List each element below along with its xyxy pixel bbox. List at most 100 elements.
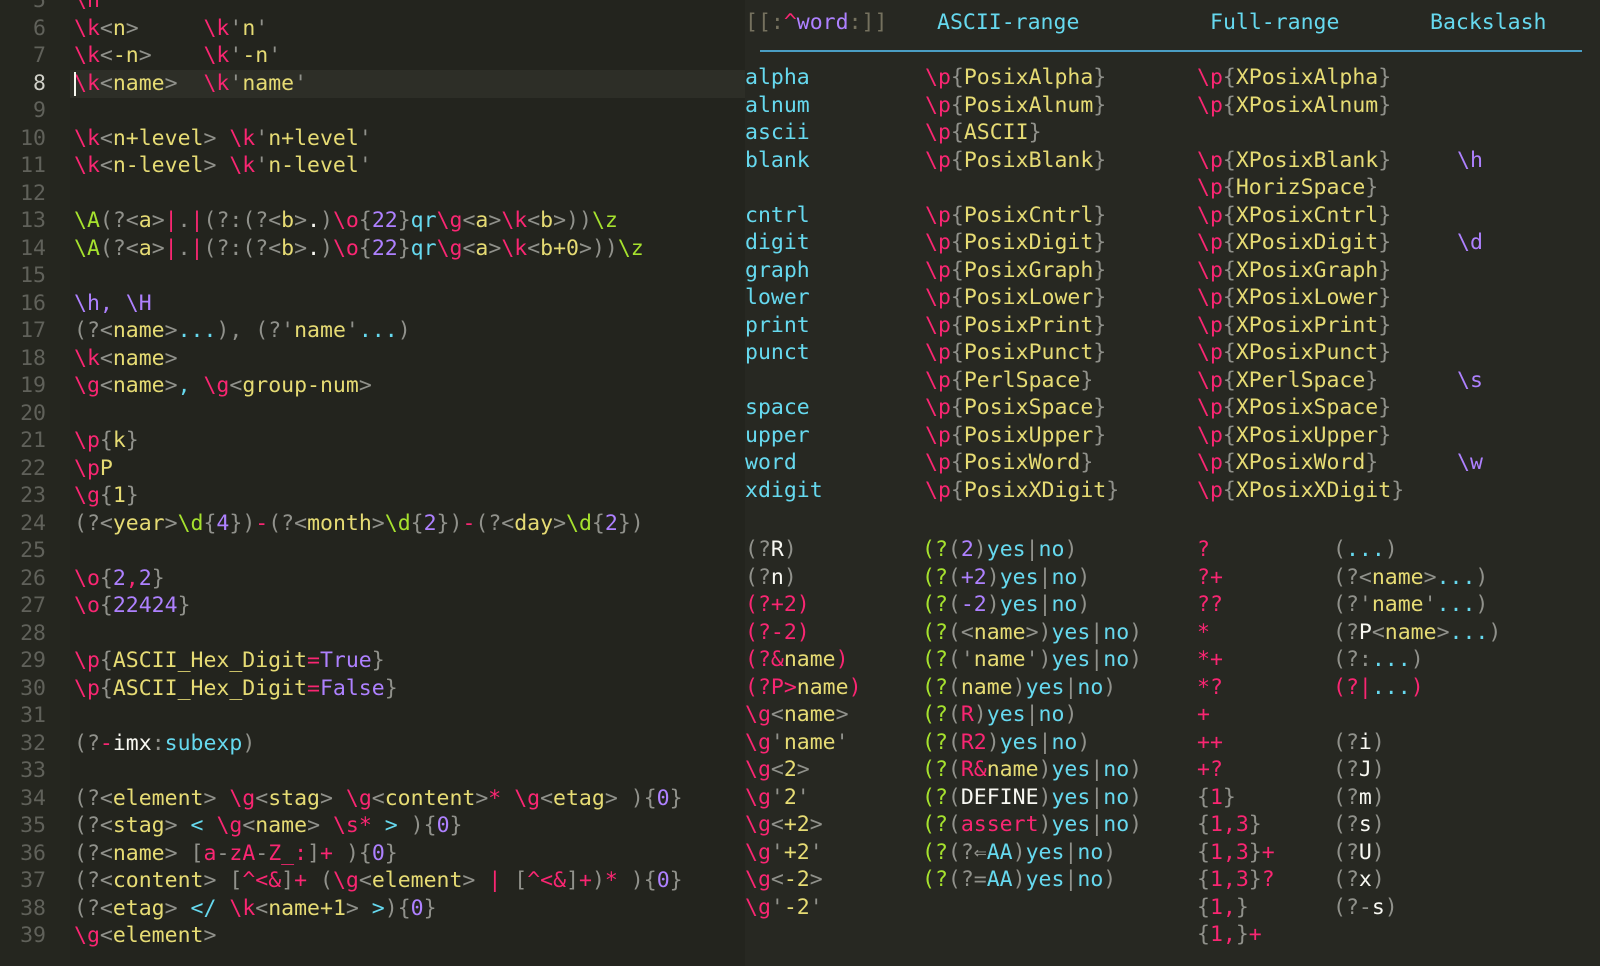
code-token: ) — [986, 592, 1000, 617]
code-token: s — [1358, 812, 1372, 837]
code-token: ) — [1064, 702, 1078, 727]
ascii-property: \p{PosixAlnum} — [925, 92, 1106, 120]
line-number: 37 — [20, 868, 46, 893]
code-line[interactable]: \k<name> \k'name' — [74, 70, 307, 98]
line-number: 5 — [33, 0, 46, 13]
ascii-property: \p{PosixGraph} — [925, 257, 1106, 285]
table-header: Backslash — [1430, 9, 1547, 37]
code-token: \h — [74, 0, 100, 13]
code-line[interactable]: \g{1} — [74, 482, 139, 510]
code-line[interactable]: \pP — [74, 455, 113, 483]
code-line[interactable]: (?<name> [a-zA-Z_:]+ ){0} — [74, 840, 398, 868]
code-line[interactable]: \p{ASCII_Hex_Digit=False} — [74, 675, 398, 703]
brace: { — [1222, 312, 1236, 338]
code-token: +2 — [960, 564, 987, 590]
code-line[interactable]: \A(?<a>|.|(?:(?<b>.)\o{22}qr\g<a>\k<b>))… — [74, 207, 618, 235]
code-line[interactable]: (?<element> \g<stag> \g<content>* \g<eta… — [74, 785, 683, 813]
syntax-example: *? — [1197, 674, 1223, 702]
code-token: * — [1197, 619, 1210, 645]
property-escape: \p — [925, 257, 951, 283]
code-token: > — [809, 867, 823, 892]
code-token: ( — [947, 674, 961, 700]
code-token: { — [1197, 812, 1210, 837]
brace: } — [1378, 202, 1392, 228]
code-line[interactable]: \h — [74, 0, 100, 15]
code-token: no — [1077, 867, 1104, 892]
code-token: 1,3 — [1209, 867, 1249, 892]
code-token: ' — [255, 125, 269, 151]
code-token: \k — [203, 70, 230, 96]
property-name: HorizSpace — [1235, 175, 1366, 200]
code-token: ... — [1449, 619, 1489, 645]
code-line[interactable]: \A(?<a>|.|(?:(?<b>.)\o{22}qr\g<a>\k<b+0>… — [74, 235, 644, 263]
code-line[interactable]: \g<element> — [74, 922, 216, 950]
code-line[interactable]: \o{22424} — [74, 592, 191, 620]
code-token: < — [540, 785, 554, 811]
line-number: 7 — [33, 43, 46, 68]
group-syntax-example: (?s) — [1333, 811, 1385, 839]
code-token: month — [307, 510, 372, 536]
code-token: name — [294, 318, 346, 343]
line-number: 28 — [20, 620, 46, 646]
code-line[interactable]: \k<n+level> \k'n+level' — [74, 125, 372, 153]
code-line[interactable]: \k<n-level> \k'n-level' — [74, 152, 372, 180]
code-token: > — [294, 235, 308, 261]
code-line[interactable]: \o{2,2} — [74, 565, 165, 593]
brace: } — [1093, 422, 1107, 448]
code-token: } — [177, 593, 191, 618]
code-token: \d — [177, 510, 204, 536]
posix-class-name: word — [745, 450, 797, 475]
code-line[interactable]: \h, \H — [74, 290, 152, 318]
code-token: qr — [410, 208, 437, 233]
code-line[interactable]: \k<n> \k'n' — [74, 15, 268, 43]
code-line[interactable]: \g<name>, \g<group-num> — [74, 372, 372, 400]
code-token: yes — [986, 702, 1026, 727]
code-token: (? — [922, 812, 948, 837]
code-token: ( — [947, 702, 961, 727]
code-token: a — [475, 235, 489, 261]
code-token: (? — [1333, 784, 1359, 810]
code-token: (? — [922, 784, 948, 810]
code-token: k — [112, 428, 126, 453]
code-line[interactable]: (?<content> [^<&]+ (\g<element> | [^<&]+… — [74, 867, 683, 895]
code-token: ( — [320, 868, 333, 893]
property-escape: \p — [1197, 147, 1223, 173]
code-line[interactable]: (?-imx:subexp) — [74, 730, 255, 758]
code-token: > — [294, 208, 308, 233]
code-token: \k — [74, 15, 100, 41]
code-token: | — [488, 868, 502, 893]
code-token: > — [319, 785, 333, 811]
editor-pane[interactable]: 5 \h 6 \k<n> \k'n' 7 \k<-n> \k'-n' 8 \k<name> \… — [0, 0, 745, 966]
code-line[interactable]: \p{ASCII_Hex_Digit=True} — [74, 647, 385, 675]
code-line[interactable]: \k<name> — [74, 345, 178, 373]
code-token: ( — [947, 784, 961, 810]
brace: { — [1222, 395, 1236, 420]
property-escape: \p — [925, 422, 951, 448]
code-line[interactable]: (?<etag> </ \k<name+1> >){0} — [74, 895, 437, 923]
code-token: } — [397, 235, 411, 261]
code-line[interactable]: (?<name>...), (?'name'...) — [74, 317, 411, 345]
code-token: n+level — [268, 125, 359, 151]
code-token: | — [1025, 702, 1039, 727]
code-line[interactable]: (?<year>\d{4})-(?<month>\d{2})-(?<day>\d… — [74, 510, 644, 538]
line-number: 36 — [20, 840, 46, 866]
brace: { — [1222, 450, 1236, 475]
code-line[interactable]: (?<stag> < \g<name> \s* > ){0} — [74, 812, 462, 840]
syntax-example: (?(R)yes|no) — [922, 701, 1077, 729]
line-number: 13 — [20, 208, 46, 233]
code-token: U — [1358, 839, 1372, 865]
property-escape: \p — [1197, 175, 1223, 200]
code-token: < — [190, 813, 204, 838]
code-token: < — [371, 785, 385, 811]
code-token: ++ — [1197, 729, 1223, 755]
line-number: 38 — [20, 895, 46, 921]
code-line[interactable]: \p{k} — [74, 427, 139, 455]
property-name: XPosixDigit — [1235, 230, 1379, 255]
code-token: < — [770, 812, 784, 837]
code-token: ), — [216, 318, 243, 343]
code-line[interactable]: \k<-n> \k'-n' — [74, 42, 281, 70]
code-token: (? — [922, 729, 948, 755]
brace: { — [1222, 65, 1236, 90]
